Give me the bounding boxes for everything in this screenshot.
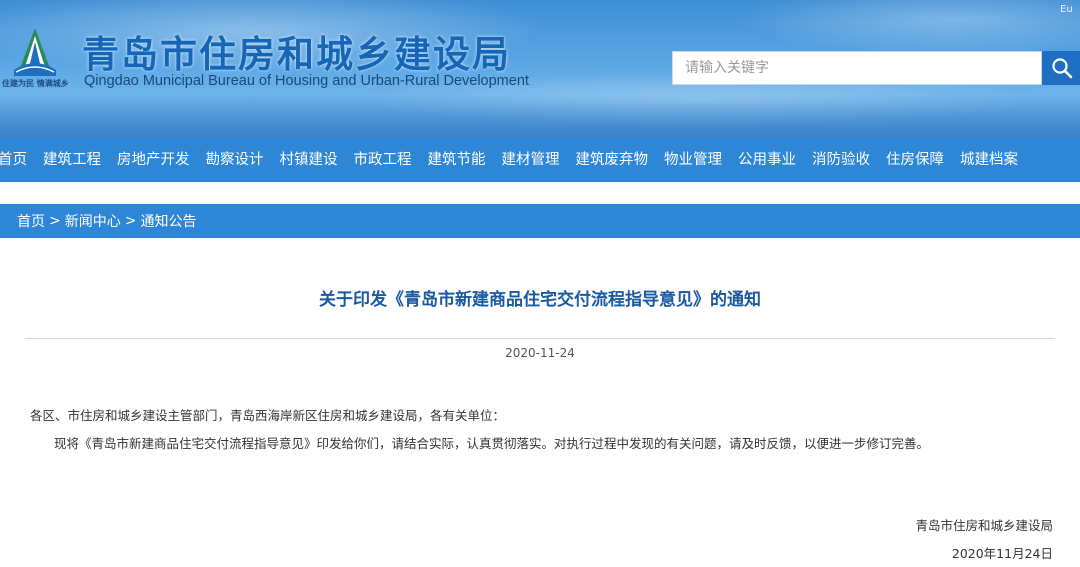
header-corner-text[interactable]: Eu xyxy=(1060,4,1073,15)
nav-item-town-construction[interactable]: 村镇建设 xyxy=(272,138,346,182)
search-icon xyxy=(1052,58,1073,79)
nav-spacer xyxy=(0,182,1080,204)
article-title: 关于印发《青岛市新建商品住宅交付流程指导意见》的通知 xyxy=(319,290,761,310)
nav-item-archives[interactable]: 城建档案 xyxy=(952,138,1026,182)
bureau-logo-icon[interactable] xyxy=(10,26,60,78)
article-date: 2020-11-24 xyxy=(505,346,575,360)
nav-item-housing-security[interactable]: 住房保障 xyxy=(878,138,952,182)
article-body: 现将《青岛市新建商品住宅交付流程指导意见》印发给你们，请结合实际，认真贯彻落实。… xyxy=(54,436,930,451)
nav-item-home[interactable]: 首页 xyxy=(0,138,35,182)
nav-item-public-utilities[interactable]: 公用事业 xyxy=(730,138,804,182)
site-header: 住建为民 情满城乡 青岛市住房和城乡建设局 Qingdao Municipal … xyxy=(0,0,1080,138)
logo-slogan: 住建为民 情满城乡 xyxy=(2,79,69,88)
search-input[interactable]: 请输入关键字 xyxy=(672,51,1042,85)
search-button[interactable] xyxy=(1042,51,1080,85)
nav-item-waste[interactable]: 建筑废弃物 xyxy=(568,138,657,182)
site-title[interactable]: 青岛市住房和城乡建设局 xyxy=(82,24,511,78)
nav-item-energy-saving[interactable]: 建筑节能 xyxy=(420,138,494,182)
nav-item-materials[interactable]: 建材管理 xyxy=(494,138,568,182)
breadcrumb-home[interactable]: 首页 xyxy=(17,211,45,231)
article-salutation: 各区、市住房和城乡建设主管部门，青岛西海岸新区住房和城乡建设局，各有关单位： xyxy=(30,408,506,423)
nav-item-construction[interactable]: 建筑工程 xyxy=(35,138,109,182)
header-sea-background xyxy=(0,92,1080,138)
article-sign-date: 2020年11月24日 xyxy=(951,546,1053,561)
breadcrumb-separator: > xyxy=(49,213,61,229)
nav-item-survey-design[interactable]: 勘察设计 xyxy=(198,138,272,182)
nav-item-real-estate[interactable]: 房地产开发 xyxy=(109,138,198,182)
nav-item-property-management[interactable]: 物业管理 xyxy=(656,138,730,182)
breadcrumb-notices[interactable]: 通知公告 xyxy=(140,211,196,231)
main-nav: 首页 建筑工程 房地产开发 勘察设计 村镇建设 市政工程 建筑节能 建材管理 建… xyxy=(0,138,1080,182)
breadcrumb-separator: > xyxy=(124,213,137,229)
nav-item-municipal[interactable]: 市政工程 xyxy=(346,138,420,182)
site-subtitle: Qingdao Municipal Bureau of Housing and … xyxy=(84,73,529,89)
title-divider xyxy=(25,338,1055,339)
breadcrumb: 首页 > 新闻中心 > 通知公告 xyxy=(0,204,1080,238)
nav-item-fire-acceptance[interactable]: 消防验收 xyxy=(804,138,878,182)
breadcrumb-news-center[interactable]: 新闻中心 xyxy=(65,211,121,231)
article-signature: 青岛市住房和城乡建设局 xyxy=(915,518,1053,533)
